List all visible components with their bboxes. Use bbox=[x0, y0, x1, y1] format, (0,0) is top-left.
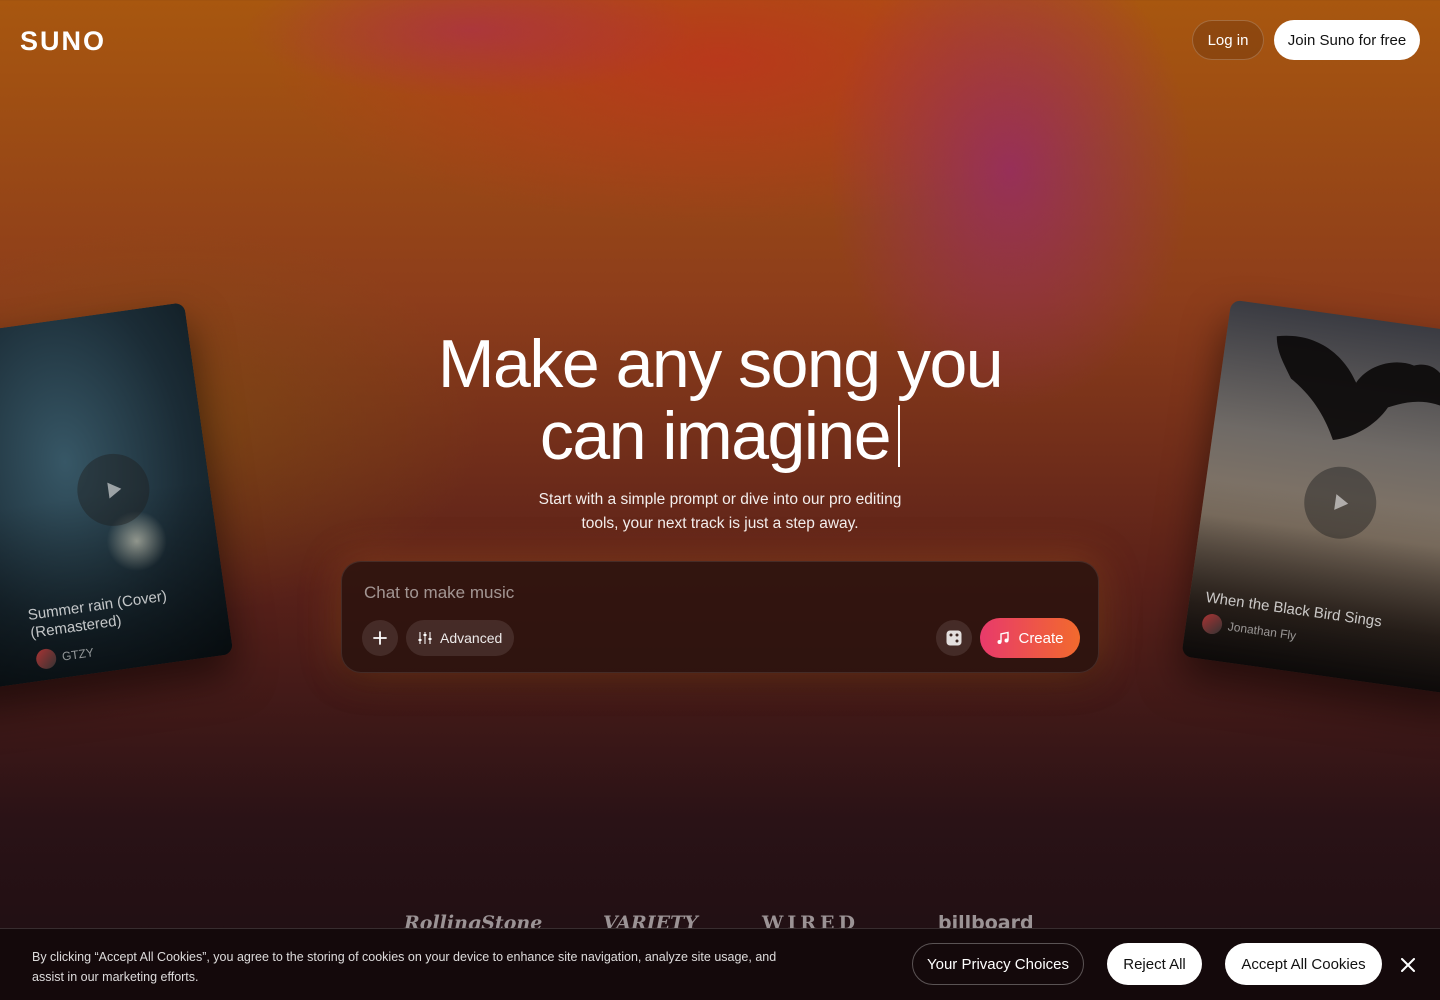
hero-headline: Make any song you can imagine bbox=[380, 328, 1060, 472]
close-icon[interactable] bbox=[1396, 953, 1420, 977]
headline-line-2: can imagine bbox=[539, 398, 892, 474]
subtitle-line-2: tools, your next track is just a step aw… bbox=[581, 515, 859, 532]
music-note-icon bbox=[997, 631, 1010, 644]
prompt-box: Advanced Create bbox=[341, 561, 1099, 673]
create-button[interactable]: Create bbox=[980, 618, 1080, 658]
create-label: Create bbox=[1018, 629, 1064, 647]
reject-all-button[interactable]: Reject All bbox=[1107, 943, 1202, 985]
advanced-label: Advanced bbox=[440, 630, 503, 646]
login-button[interactable]: Log in bbox=[1192, 20, 1264, 60]
subtitle-line-1: Start with a simple prompt or dive into … bbox=[538, 491, 902, 508]
avatar bbox=[1200, 612, 1224, 636]
suno-logo[interactable]: SUNO bbox=[20, 26, 106, 57]
play-icon bbox=[1334, 494, 1349, 510]
hero-subtitle: Start with a simple prompt or dive into … bbox=[520, 488, 920, 536]
cookie-text: By clicking “Accept All Cookies”, you ag… bbox=[32, 950, 777, 984]
privacy-choices-button[interactable]: Your Privacy Choices bbox=[912, 943, 1084, 985]
artist-name: GTZY bbox=[61, 645, 95, 664]
typing-caret bbox=[898, 405, 901, 467]
song-card-right[interactable]: When the Black Bird Sings Jonathan Fly bbox=[1181, 299, 1440, 697]
advanced-button[interactable]: Advanced bbox=[406, 620, 515, 656]
headline-line-1: Make any song you bbox=[437, 326, 1004, 402]
prompt-input[interactable] bbox=[364, 580, 1064, 606]
accept-all-cookies-button[interactable]: Accept All Cookies bbox=[1225, 943, 1382, 985]
plus-icon bbox=[373, 631, 387, 645]
join-free-button[interactable]: Join Suno for free bbox=[1274, 20, 1420, 60]
dice-icon bbox=[946, 630, 962, 646]
song-card-left[interactable]: Summer rain (Cover) (Remastered) GTZY bbox=[0, 302, 234, 693]
random-button[interactable] bbox=[936, 620, 972, 656]
cookie-banner: By clicking “Accept All Cookies”, you ag… bbox=[0, 928, 1440, 1000]
sliders-icon bbox=[418, 632, 432, 644]
play-icon bbox=[107, 482, 122, 499]
avatar bbox=[34, 647, 58, 671]
bird-illustration bbox=[1276, 335, 1440, 441]
add-button[interactable] bbox=[362, 620, 398, 656]
